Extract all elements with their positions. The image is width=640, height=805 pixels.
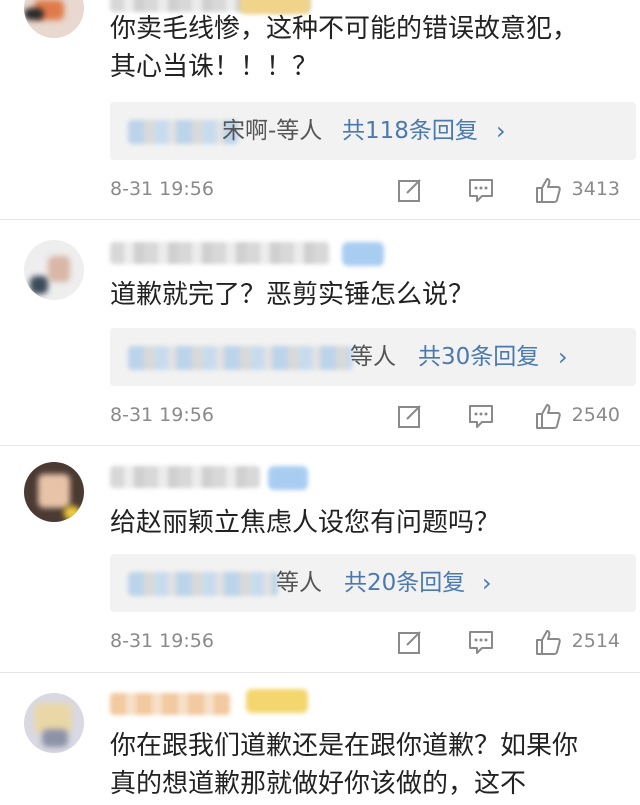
reply-users-suffix: 等人: [276, 570, 322, 596]
chevron-right-icon: ›: [482, 569, 492, 597]
user-badge-blurred: [246, 689, 308, 713]
user-badge-blurred: [268, 466, 308, 490]
comment-text: 道歉就完了？恶剪实锤怎么说？: [110, 280, 475, 310]
like-count: 3413: [571, 178, 620, 200]
reply-count[interactable]: 共30条回复: [418, 328, 539, 386]
thumbs-up-icon[interactable]: [534, 176, 562, 204]
reply-preview[interactable]: 宋啊-等人 共118条回复 ›: [110, 102, 636, 160]
reply-count[interactable]: 共118条回复: [342, 102, 478, 160]
comment-date: 8-31 19:56: [110, 630, 214, 652]
comment-meta: 8-31 19:56 2540: [110, 402, 620, 432]
edit-icon[interactable]: [396, 628, 424, 656]
reply-names-blurred: [128, 346, 353, 370]
comment-4: 你在跟我们道歉还是在跟你道歉？如果你真的想道歉那就做好你该做的，这不: [0, 673, 640, 805]
comment-text: 你在跟我们道歉还是在跟你道歉？如果你真的想道歉那就做好你该做的，这不: [110, 731, 579, 799]
like-count: 2540: [571, 404, 620, 426]
comment-1: 你卖毛线惨，这种不可能的错误故意犯，其心当诛！！！？ 宋啊-等人 共118条回复…: [0, 0, 640, 220]
comment-2: 道歉就完了？恶剪实锤怎么说？ 等人 共30条回复 › 8-31 19:56 25…: [0, 220, 640, 446]
reply-preview[interactable]: 等人 共30条回复 ›: [110, 328, 636, 386]
user-badge-blurred: [342, 242, 384, 266]
reply-count[interactable]: 共20条回复: [344, 554, 465, 612]
comment-icon[interactable]: [467, 628, 495, 656]
reply-preview[interactable]: 等人 共20条回复 ›: [110, 554, 636, 612]
comment-text: 你卖毛线惨，这种不可能的错误故意犯，其心当诛！！！？: [110, 14, 579, 82]
thumbs-up-icon[interactable]: [534, 402, 562, 430]
edit-icon[interactable]: [396, 176, 424, 204]
username-blurred[interactable]: [110, 693, 230, 715]
comment-meta: 8-31 19:56 2514: [110, 628, 620, 658]
comment-meta: 8-31 19:56 3413: [110, 176, 620, 206]
avatar[interactable]: [24, 693, 84, 753]
avatar[interactable]: [24, 462, 84, 522]
reply-names-blurred: [128, 572, 278, 596]
thumbs-up-icon[interactable]: [534, 628, 562, 656]
comment-date: 8-31 19:56: [110, 404, 214, 426]
comment-text: 给赵丽颖立焦虑人设您有问题吗？: [110, 508, 501, 538]
comment-icon[interactable]: [467, 176, 495, 204]
edit-icon[interactable]: [396, 402, 424, 430]
avatar[interactable]: [24, 0, 84, 38]
avatar[interactable]: [24, 240, 84, 300]
chevron-right-icon: ›: [496, 117, 506, 145]
comment-date: 8-31 19:56: [110, 178, 214, 200]
reply-users-suffix: 宋啊-等人: [222, 118, 323, 144]
username-blurred[interactable]: [110, 466, 260, 488]
comment-3: 给赵丽颖立焦虑人设您有问题吗？ 等人 共20条回复 › 8-31 19:56 2…: [0, 446, 640, 672]
username-blurred[interactable]: [110, 242, 330, 264]
like-count: 2514: [571, 630, 620, 652]
reply-users-suffix: 等人: [350, 344, 396, 370]
chevron-right-icon: ›: [558, 343, 568, 371]
comment-icon[interactable]: [467, 402, 495, 430]
